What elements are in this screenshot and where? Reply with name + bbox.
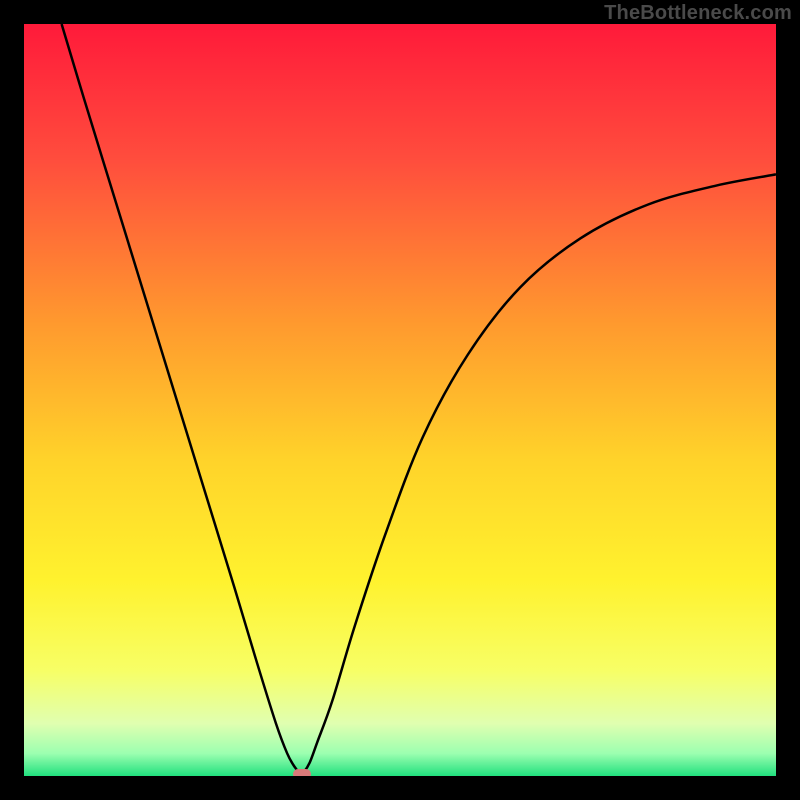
watermark-text: TheBottleneck.com: [604, 2, 792, 25]
curve-layer: [24, 24, 776, 776]
bottleneck-curve: [62, 24, 776, 774]
plot-area: [24, 24, 776, 776]
minimum-marker: [293, 769, 311, 776]
chart-frame: TheBottleneck.com: [0, 0, 800, 800]
